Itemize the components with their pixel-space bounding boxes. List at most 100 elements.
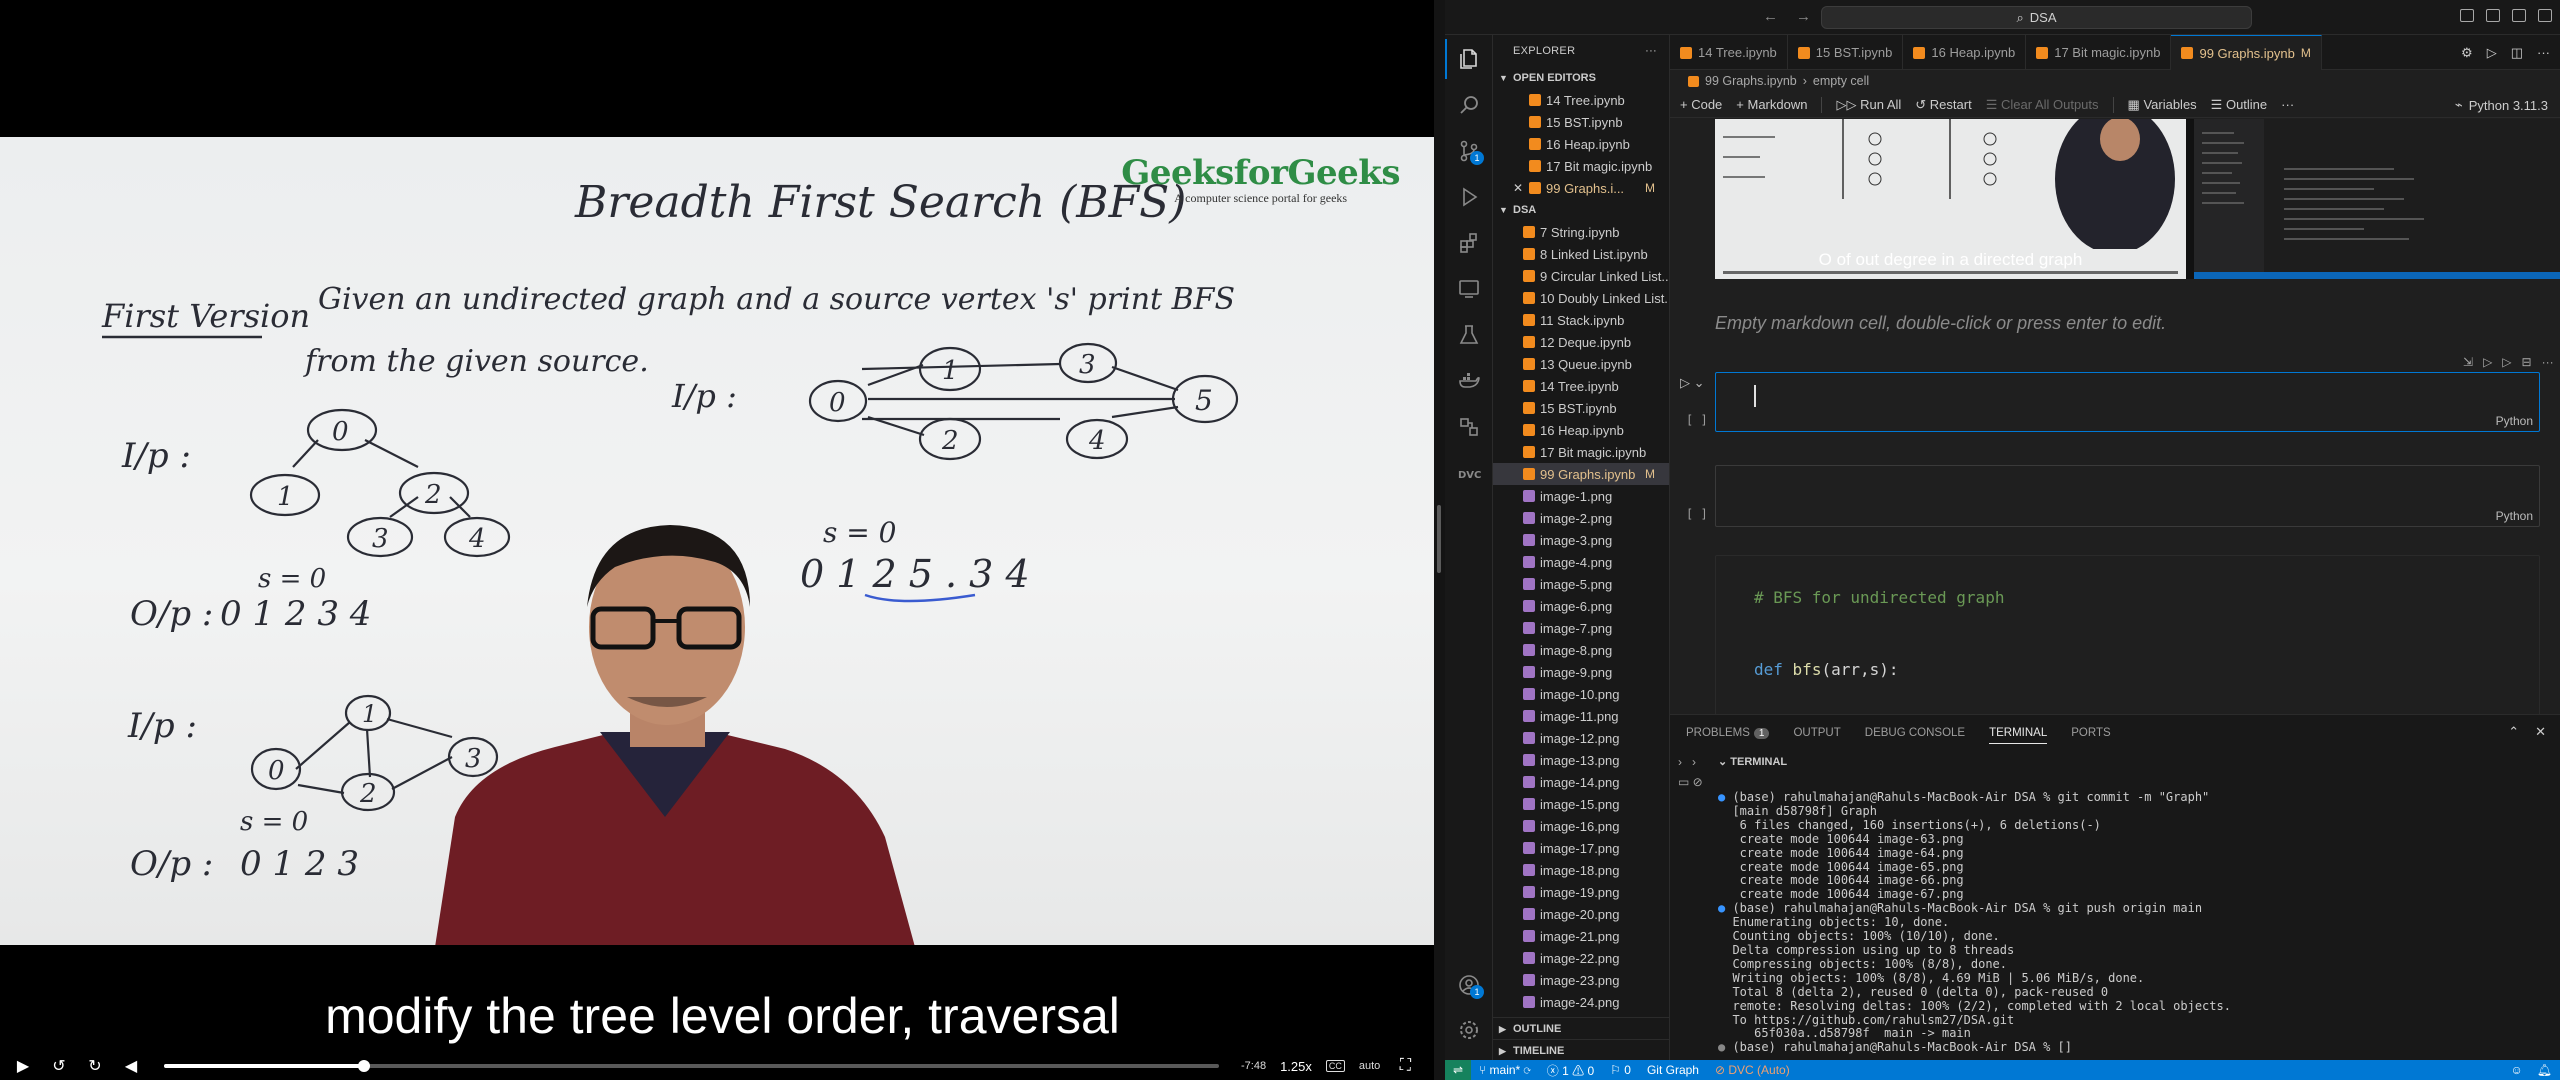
open-editor-item[interactable]: ✕ 99 Graphs.i... M: [1493, 177, 1669, 199]
file-item[interactable]: 16 Heap.ipynb: [1493, 419, 1669, 441]
timeline-section[interactable]: ▶ TIMELINE: [1493, 1040, 1669, 1060]
manage-gear-icon[interactable]: [1445, 1010, 1493, 1050]
file-item[interactable]: 17 Bit magic.ipynb: [1493, 441, 1669, 463]
add-markdown-cell-button[interactable]: + Markdown: [1736, 97, 1807, 112]
testing-icon[interactable]: [1445, 315, 1493, 355]
file-item[interactable]: image-8.png: [1493, 639, 1669, 661]
file-item[interactable]: image-23.png: [1493, 969, 1669, 991]
run-cell-icon[interactable]: ▷ ⌄: [1680, 375, 1705, 391]
open-editor-item[interactable]: 16 Heap.ipynb: [1493, 133, 1669, 155]
breadcrumb-file[interactable]: 99 Graphs.ipynb: [1705, 74, 1797, 88]
file-item[interactable]: 9 Circular Linked List....: [1493, 265, 1669, 287]
file-item[interactable]: 7 String.ipynb: [1493, 221, 1669, 243]
ports-status[interactable]: ⚐ 0: [1602, 1063, 1639, 1077]
divider-grip[interactable]: [1437, 505, 1441, 573]
file-item[interactable]: 15 BST.ipynb: [1493, 397, 1669, 419]
outline-button[interactable]: ☰ Outline: [2211, 97, 2267, 113]
outline-section[interactable]: ▶ OUTLINE: [1493, 1018, 1669, 1040]
dvc-icon[interactable]: DVC: [1445, 453, 1493, 493]
more-actions-icon[interactable]: ···: [2542, 355, 2554, 375]
remote-explorer-icon[interactable]: [1445, 269, 1493, 309]
run-icon[interactable]: ▷: [2487, 45, 2497, 61]
run-all-button[interactable]: ▷▷ Run All: [1836, 97, 1901, 113]
panel-tab[interactable]: PROBLEMS 1: [1686, 727, 1770, 739]
file-item[interactable]: 13 Queue.ipynb: [1493, 353, 1669, 375]
more-actions-icon[interactable]: ···: [2537, 45, 2550, 61]
open-editor-item[interactable]: 17 Bit magic.ipynb: [1493, 155, 1669, 177]
close-icon[interactable]: ✕: [1513, 181, 1523, 195]
source-control-icon[interactable]: 1: [1445, 131, 1493, 171]
file-item[interactable]: image-15.png: [1493, 793, 1669, 815]
file-item[interactable]: image-3.png: [1493, 529, 1669, 551]
volume-icon[interactable]: ◀: [120, 1055, 142, 1077]
code-cell-empty[interactable]: Python: [1715, 465, 2540, 527]
chevron-right-icon[interactable]: › ›: [1678, 755, 1706, 769]
file-item[interactable]: 10 Doubly Linked List....: [1493, 287, 1669, 309]
jupyter-icon[interactable]: [1445, 407, 1493, 447]
panel-tab[interactable]: DEBUG CONSOLE: [1865, 727, 1965, 739]
rewind-10-icon[interactable]: ↺: [48, 1055, 70, 1077]
panel-tab[interactable]: OUTPUT: [1793, 727, 1840, 739]
file-item[interactable]: image-11.png: [1493, 705, 1669, 727]
restart-button[interactable]: ↺ Restart: [1915, 97, 1971, 113]
maximize-panel-icon[interactable]: ⌃: [2508, 724, 2519, 740]
open-editor-item[interactable]: 14 Tree.ipynb: [1493, 89, 1669, 111]
file-item[interactable]: image-16.png: [1493, 815, 1669, 837]
file-item[interactable]: image-4.png: [1493, 551, 1669, 573]
cell-language[interactable]: Python: [2496, 414, 2533, 428]
terminal-list-icon[interactable]: ▭ ⊘: [1678, 775, 1706, 789]
git-graph-button[interactable]: Git Graph: [1639, 1063, 1707, 1077]
panel-tab[interactable]: TERMINAL: [1989, 727, 2048, 744]
playback-speed[interactable]: 1.25x: [1280, 1059, 1312, 1074]
captions-toggle[interactable]: CC: [1325, 1060, 1345, 1072]
editor-tab[interactable]: 16 Heap.ipynb: [1903, 35, 2027, 70]
file-item[interactable]: 12 Deque.ipynb: [1493, 331, 1669, 353]
notifications-bell-icon[interactable]: 🔔︎: [2537, 1063, 2552, 1077]
clear-all-outputs-button[interactable]: ☰ Clear All Outputs: [1986, 97, 2099, 113]
file-item[interactable]: image-20.png: [1493, 903, 1669, 925]
remote-indicator-icon[interactable]: ⇌: [1445, 1060, 1471, 1080]
add-code-cell-button[interactable]: + Code: [1680, 97, 1722, 112]
gear-icon[interactable]: ⚙: [2461, 45, 2473, 61]
file-item[interactable]: image-17.png: [1493, 837, 1669, 859]
toggle-sidebar-icon[interactable]: [2460, 9, 2474, 22]
video-frame[interactable]: Breadth First Search (BFS) First Version…: [0, 137, 1434, 945]
chevron-down-icon[interactable]: ⌄: [1718, 756, 1730, 768]
variables-button[interactable]: ▦ Variables: [2128, 97, 2197, 113]
file-item[interactable]: image-10.png: [1493, 683, 1669, 705]
code-cell-active[interactable]: Python: [1715, 372, 2540, 432]
file-item[interactable]: image-18.png: [1493, 859, 1669, 881]
seek-handle[interactable]: [358, 1060, 371, 1072]
forward-10-icon[interactable]: ↻: [84, 1055, 106, 1077]
kernel-picker[interactable]: ⌁ Python 3.11.3: [2455, 92, 2548, 118]
editor-tab[interactable]: 99 Graphs.ipynb M: [2171, 35, 2322, 70]
editor-tab[interactable]: 15 BST.ipynb: [1788, 35, 1904, 70]
file-item[interactable]: 8 Linked List.ipynb: [1493, 243, 1669, 265]
command-center[interactable]: ⌕ DSA: [1821, 6, 2252, 29]
empty-markdown-cell[interactable]: Empty markdown cell, double-click or pre…: [1715, 313, 2166, 334]
run-debug-icon[interactable]: [1445, 177, 1493, 217]
open-editors-section[interactable]: ▼ OPEN EDITORS: [1493, 67, 1669, 89]
file-item[interactable]: image-21.png: [1493, 925, 1669, 947]
file-item[interactable]: image-19.png: [1493, 881, 1669, 903]
file-item[interactable]: 99 Graphs.ipynb M: [1493, 463, 1669, 485]
file-item[interactable]: image-24.png: [1493, 991, 1669, 1013]
file-item[interactable]: image-6.png: [1493, 595, 1669, 617]
panel-tab[interactable]: PORTS: [2071, 727, 2110, 739]
file-item[interactable]: image-14.png: [1493, 771, 1669, 793]
file-item[interactable]: image-5.png: [1493, 573, 1669, 595]
dvc-status[interactable]: ⊘ DVC (Auto): [1707, 1063, 1798, 1077]
file-item[interactable]: 14 Tree.ipynb: [1493, 375, 1669, 397]
file-item[interactable]: image-2.png: [1493, 507, 1669, 529]
quality-selector[interactable]: auto: [1359, 1060, 1380, 1072]
folder-section[interactable]: ▼ DSA: [1493, 199, 1669, 221]
cell-language[interactable]: Python: [2496, 509, 2533, 523]
problems-status[interactable]: ⓧ 1 ⚠ 0: [1539, 1062, 1602, 1079]
extensions-icon[interactable]: [1445, 223, 1493, 263]
branch-status[interactable]: ⑂ main* ⟳: [1471, 1063, 1539, 1077]
terminal-output[interactable]: ● (base) rahulmahajan@Rahuls-MacBook-Air…: [1718, 790, 2548, 1055]
file-item[interactable]: 11 Stack.ipynb: [1493, 309, 1669, 331]
code-cell-bfs[interactable]: # BFS for undirected graph def bfs(arr,s…: [1715, 555, 2540, 714]
breadcrumb-cell[interactable]: empty cell: [1813, 74, 1869, 88]
toggle-secondary-sidebar-icon[interactable]: [2512, 9, 2526, 22]
